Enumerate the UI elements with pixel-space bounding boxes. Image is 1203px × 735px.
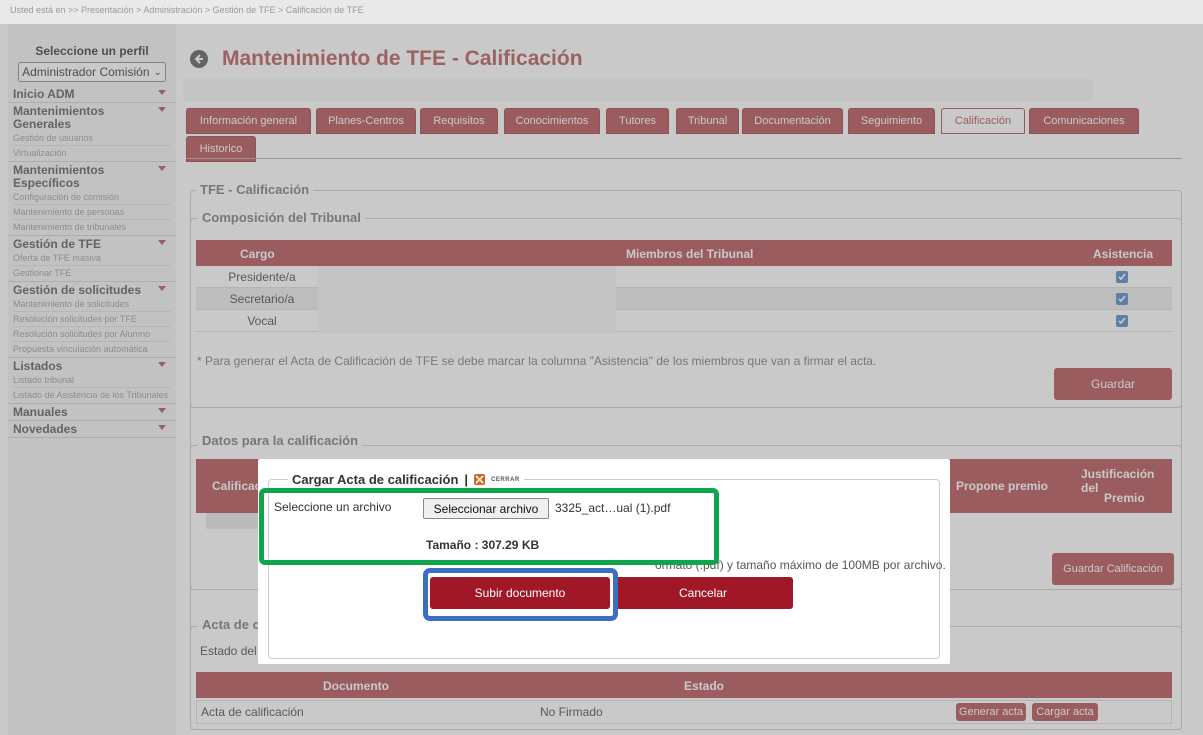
close-icon[interactable] — [474, 474, 486, 485]
cancel-button[interactable]: Cancelar — [613, 577, 793, 609]
modal-title: Cargar Acta de calificación — [292, 472, 459, 487]
upload-button-highlight — [423, 568, 618, 621]
breadcrumb: Usted está en >> Presentación > Administ… — [0, 0, 1203, 24]
close-label[interactable]: CERRAR — [491, 477, 520, 483]
file-selection-highlight — [259, 488, 719, 565]
modal-header: Cargar Acta de calificación | CERRAR — [288, 472, 524, 487]
title-separator: | — [464, 472, 469, 487]
